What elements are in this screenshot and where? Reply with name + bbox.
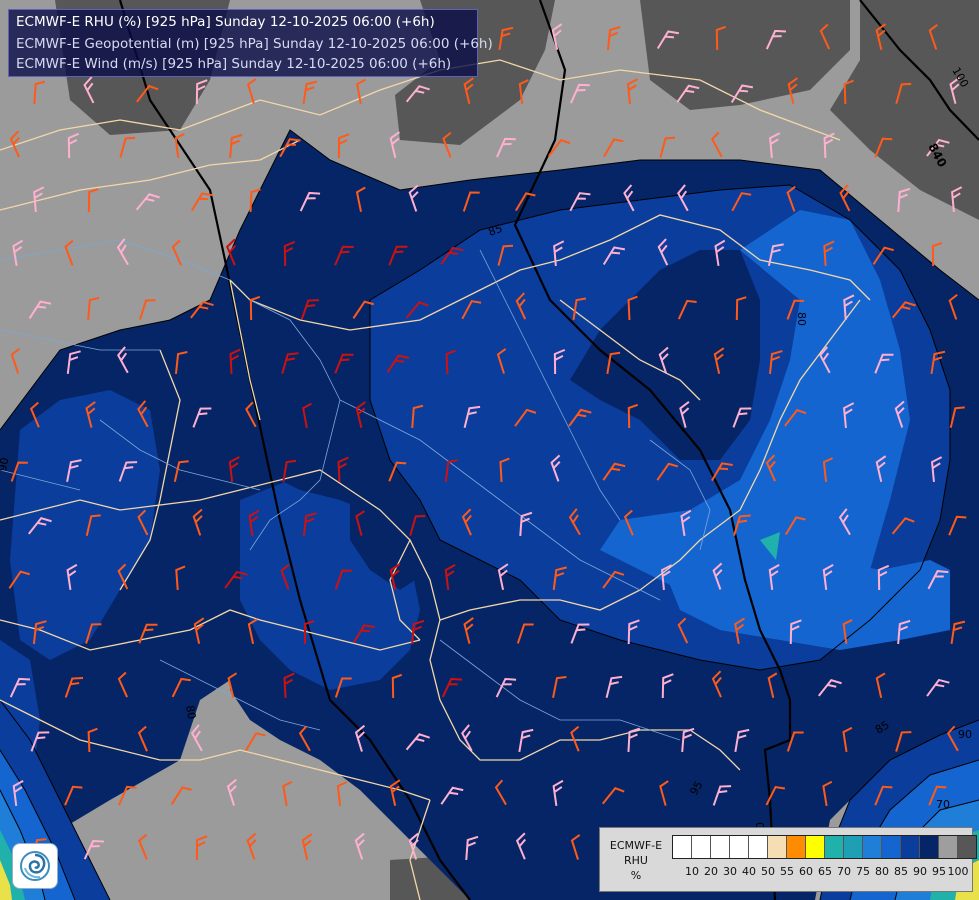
rhu-label-70: 70 — [936, 798, 950, 811]
legend-swatch — [920, 836, 939, 858]
legend-swatch — [768, 836, 787, 858]
legend-tick-label: 60 — [799, 865, 813, 878]
legend-tick-label: 65 — [818, 865, 832, 878]
legend-tick-label: 85 — [894, 865, 908, 878]
legend-swatch — [806, 836, 825, 858]
legend-tick-label: 70 — [837, 865, 851, 878]
weather-map: 100 840 85 80 80 90 95 90 85 80 70 95 — [0, 0, 979, 900]
ecmwf-swirl-icon — [20, 851, 50, 881]
rhu-label-80-southwest: 80 — [183, 704, 198, 720]
legend-variable: RHU — [624, 854, 648, 867]
legend-tick-label: 55 — [780, 865, 794, 878]
legend-tick-label: 20 — [704, 865, 718, 878]
legend-swatch — [749, 836, 768, 858]
legend-swatch — [711, 836, 730, 858]
legend-model: ECMWF-E — [609, 839, 663, 852]
legend-swatch — [882, 836, 901, 858]
legend-tick-label: 50 — [761, 865, 775, 878]
legend-tick-label: 90 — [913, 865, 927, 878]
legend-swatch — [673, 836, 692, 858]
legend-swatch — [863, 836, 882, 858]
legend-swatch — [692, 836, 711, 858]
legend-swatch — [844, 836, 863, 858]
legend-swatch — [825, 836, 844, 858]
legend-tick-label: 75 — [856, 865, 870, 878]
legend-unit: % — [630, 869, 642, 882]
legend-swatch — [901, 836, 920, 858]
legend-tick-label: 10 — [685, 865, 699, 878]
legend-ticks: 10 20 30 40 50 55 60 65 70 75 80 85 90 95 100 — [672, 865, 969, 881]
color-legend: ECMWF-E RHU % 10 20 30 40 50 55 60 65 70 75 80 85 90… — [599, 827, 977, 892]
legend-swatch — [958, 836, 976, 858]
legend-swatch — [730, 836, 749, 858]
ecmwf-logo — [12, 843, 58, 889]
legend-tick-label: 100 — [947, 865, 969, 878]
map-viewer: 100 840 85 80 80 90 95 90 85 80 70 95 EC… — [0, 0, 979, 900]
map-title-panel: ECMWF-E RHU (%) [925 hPa] Sunday 12-10-2… — [8, 9, 493, 77]
title-rhu: ECMWF-E RHU (%) [925 hPa] Sunday 12-10-2… — [16, 14, 435, 30]
legend-tick-label: 30 — [723, 865, 737, 878]
legend-swatches — [672, 835, 977, 859]
rhu-label-90-southeast: 90 — [958, 728, 972, 741]
legend-tick-label: 40 — [742, 865, 756, 878]
title-geopotential: ECMWF-E Geopotential (m) [925 hPa] Sunda… — [16, 36, 493, 52]
legend-tick-label: 95 — [932, 865, 946, 878]
legend-label: ECMWF-E RHU % — [604, 838, 668, 883]
title-wind: ECMWF-E Wind (m/s) [925 hPa] Sunday 12-1… — [16, 56, 452, 72]
legend-swatch — [939, 836, 958, 858]
legend-tick-label: 80 — [875, 865, 889, 878]
rhu-label-80-east: 80 — [795, 312, 808, 326]
legend-swatch — [787, 836, 806, 858]
